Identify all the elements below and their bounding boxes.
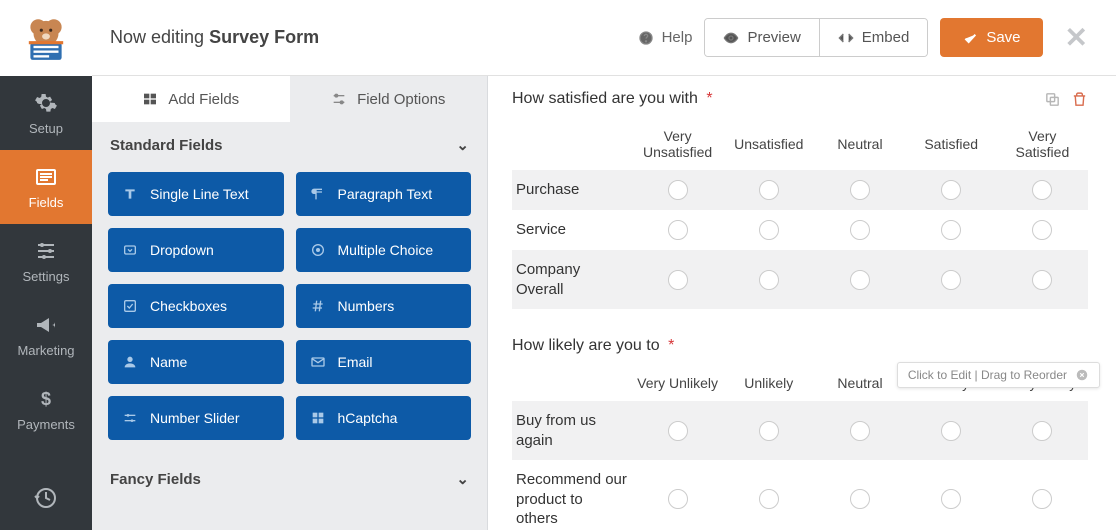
radio[interactable] [668, 220, 688, 240]
nav-payments[interactable]: $ Payments [0, 372, 92, 446]
question-2-header: How likely are you to * [512, 337, 1088, 355]
add-fields-icon [142, 91, 158, 107]
help-button[interactable]: Help [638, 29, 693, 46]
radio[interactable] [1032, 270, 1052, 290]
check-icon [962, 30, 978, 46]
radio[interactable] [1032, 421, 1052, 441]
form-icon [34, 165, 58, 189]
likert-1: Very Unsatisfied Unsatisfied Neutral Sat… [512, 118, 1088, 309]
duplicate-icon[interactable] [1044, 91, 1061, 108]
edit-hint-tooltip: Click to Edit | Drag to Reorder [897, 362, 1100, 388]
radio[interactable] [759, 489, 779, 509]
field-single-line-text[interactable]: Single Line Text [108, 172, 284, 216]
standard-fields-header[interactable]: Standard Fields ⌄ [92, 122, 487, 168]
likert-2: Very Unlikely Unlikely Neutral Likely Ve… [512, 365, 1088, 530]
likert-header: Very Unsatisfied Unsatisfied Neutral Sat… [512, 118, 1088, 170]
question-1-header: How satisfied are you with * [512, 90, 1088, 108]
field-numbers[interactable]: Numbers [296, 284, 472, 328]
preview-button[interactable]: Preview [705, 19, 818, 56]
person-icon [122, 354, 138, 370]
radio-icon [310, 242, 326, 258]
radio[interactable] [668, 180, 688, 200]
radio[interactable] [941, 270, 961, 290]
preview-embed-group: Preview Embed [704, 18, 928, 57]
radio[interactable] [941, 180, 961, 200]
nav-marketing[interactable]: Marketing [0, 298, 92, 372]
vertical-nav: Setup Fields Settings Marketing $ Paymen… [0, 0, 92, 530]
captcha-icon [310, 410, 326, 426]
nav-settings[interactable]: Settings [0, 224, 92, 298]
code-icon [838, 30, 854, 46]
radio[interactable] [850, 270, 870, 290]
radio[interactable] [1032, 220, 1052, 240]
tab-field-options[interactable]: Field Options [290, 76, 488, 122]
help-icon [638, 30, 654, 46]
field-number-slider[interactable]: Number Slider [108, 396, 284, 440]
hash-icon [310, 298, 326, 314]
chevron-down-icon: ⌄ [456, 136, 469, 154]
fields-panel: Add Fields Field Options Standard Fields… [92, 76, 488, 530]
likert-row[interactable]: Purchase [512, 170, 1088, 210]
likert-row[interactable]: Recommend our product to others [512, 460, 1088, 530]
field-email[interactable]: Email [296, 340, 472, 384]
save-button[interactable]: Save [940, 18, 1042, 57]
svg-text:$: $ [41, 389, 51, 409]
field-paragraph-text[interactable]: Paragraph Text [296, 172, 472, 216]
standard-fields-grid: Single Line Text Paragraph Text Dropdown… [92, 168, 487, 456]
dollar-icon: $ [34, 387, 58, 411]
fancy-fields-header[interactable]: Fancy Fields ⌄ [92, 456, 487, 502]
slider-icon [122, 410, 138, 426]
radio[interactable] [1032, 180, 1052, 200]
radio[interactable] [941, 220, 961, 240]
close-button[interactable]: ✕ [1055, 17, 1098, 58]
field-name[interactable]: Name [108, 340, 284, 384]
field-hcaptcha[interactable]: hCaptcha [296, 396, 472, 440]
radio[interactable] [668, 421, 688, 441]
radio[interactable] [941, 489, 961, 509]
radio[interactable] [850, 220, 870, 240]
topbar: Now editing Survey Form Help Preview Emb… [92, 0, 1116, 76]
bullhorn-icon [34, 313, 58, 337]
tab-add-fields[interactable]: Add Fields [92, 76, 290, 122]
radio[interactable] [759, 220, 779, 240]
trash-icon[interactable] [1071, 91, 1088, 108]
radio[interactable] [759, 270, 779, 290]
close-circle-icon[interactable] [1075, 368, 1089, 382]
radio[interactable] [850, 489, 870, 509]
likert-row[interactable]: Company Overall [512, 250, 1088, 309]
eye-icon [723, 30, 739, 46]
chevron-down-icon: ⌄ [456, 470, 469, 488]
page-title: Now editing Survey Form [110, 27, 319, 48]
likert-row[interactable]: Buy from us again [512, 401, 1088, 460]
gear-icon [34, 91, 58, 115]
question-title: How likely are you to * [512, 337, 674, 355]
text-icon [122, 186, 138, 202]
radio[interactable] [759, 180, 779, 200]
sliders-icon [34, 239, 58, 263]
history-icon [34, 486, 58, 510]
nav-fields[interactable]: Fields [0, 150, 92, 224]
likert-row[interactable]: Service [512, 210, 1088, 250]
radio[interactable] [1032, 489, 1052, 509]
field-checkboxes[interactable]: Checkboxes [108, 284, 284, 328]
embed-button[interactable]: Embed [819, 19, 928, 56]
radio[interactable] [759, 421, 779, 441]
question-title: How satisfied are you with * [512, 90, 713, 108]
dropdown-icon [122, 242, 138, 258]
logo[interactable] [0, 0, 92, 76]
radio[interactable] [850, 421, 870, 441]
form-preview: How satisfied are you with * Very Unsati… [488, 76, 1116, 530]
radio[interactable] [668, 270, 688, 290]
radio[interactable] [850, 180, 870, 200]
field-dropdown[interactable]: Dropdown [108, 228, 284, 272]
field-multiple-choice[interactable]: Multiple Choice [296, 228, 472, 272]
radio[interactable] [668, 489, 688, 509]
nav-setup[interactable]: Setup [0, 76, 92, 150]
radio[interactable] [941, 421, 961, 441]
field-options-icon [331, 91, 347, 107]
envelope-icon [310, 354, 326, 370]
paragraph-icon [310, 186, 326, 202]
nav-history[interactable] [0, 466, 92, 530]
checkbox-icon [122, 298, 138, 314]
